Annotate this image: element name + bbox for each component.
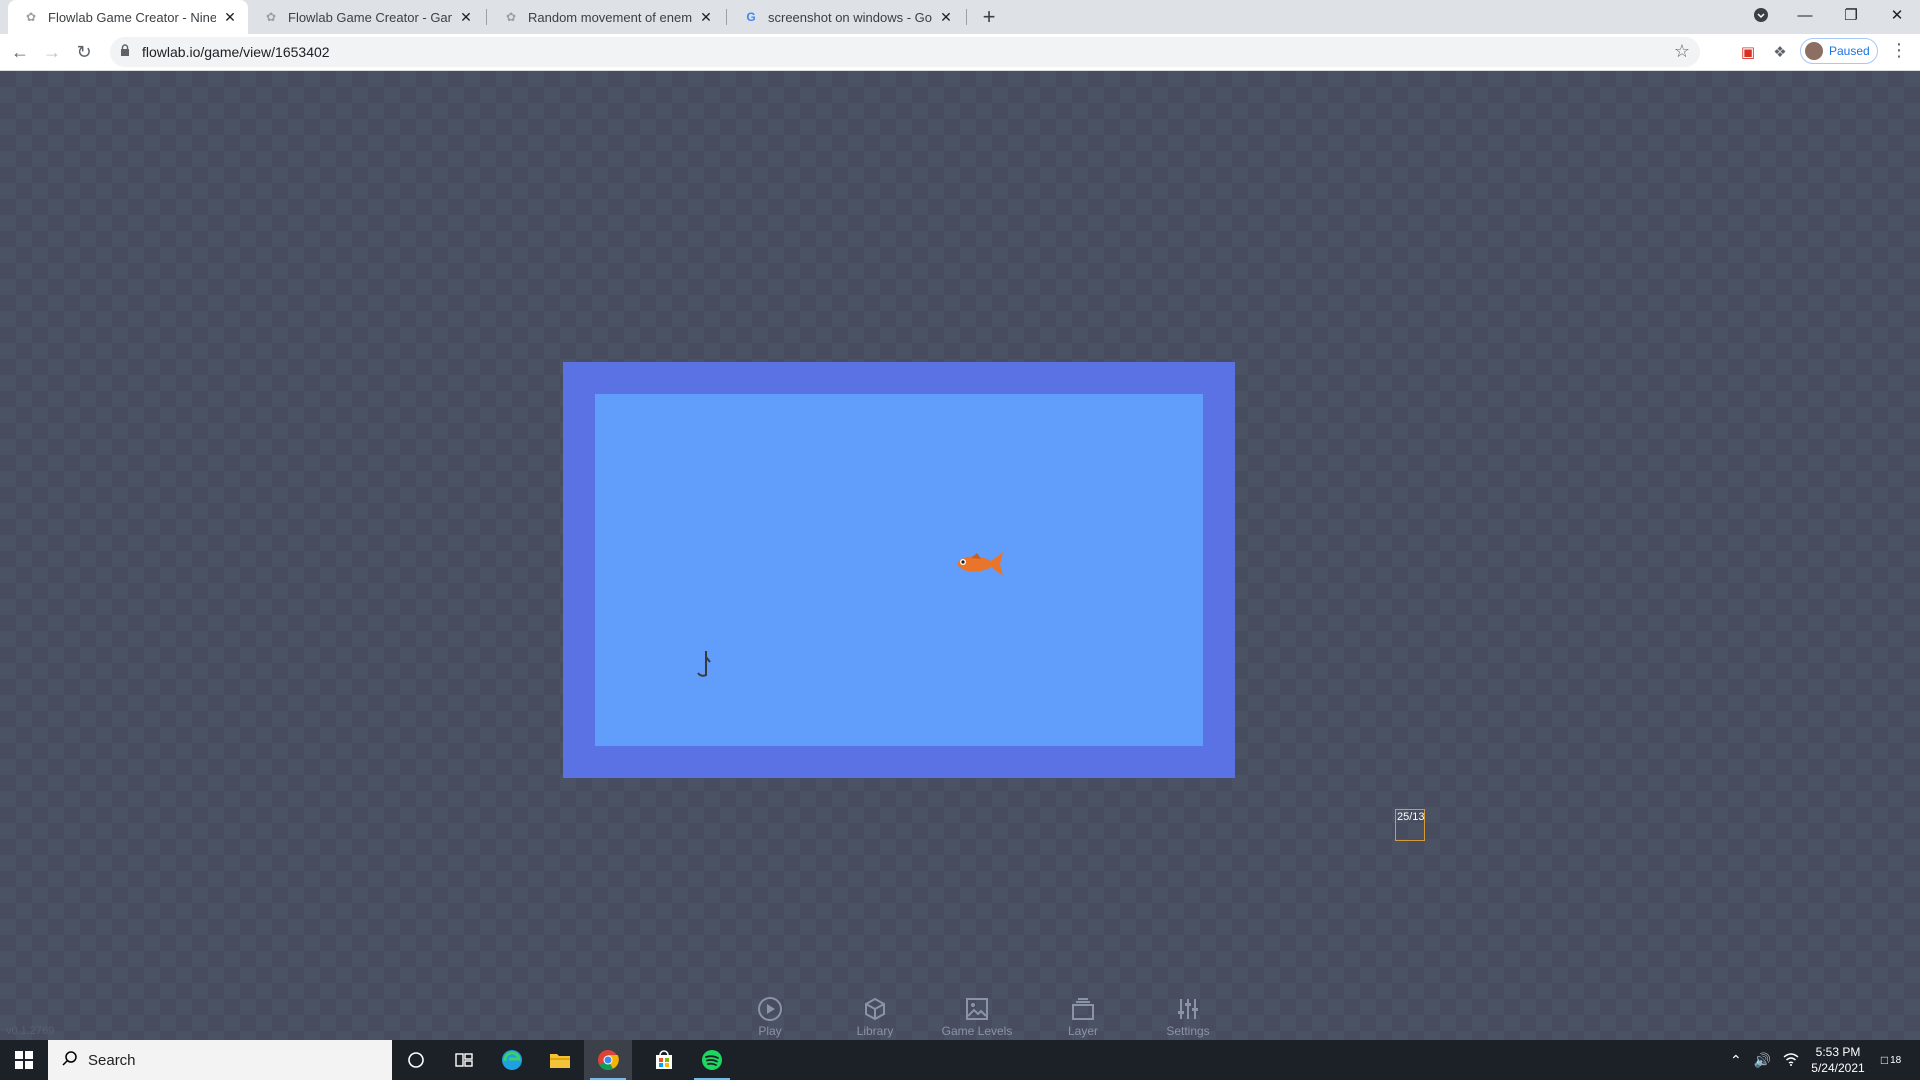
edge-button[interactable] — [488, 1040, 536, 1080]
library-button[interactable]: Library — [830, 994, 920, 1040]
wifi-icon[interactable] — [1783, 1052, 1799, 1069]
new-tab-button[interactable]: + — [977, 4, 1001, 29]
close-icon[interactable]: ✕ — [458, 9, 474, 25]
tab-separator — [966, 9, 967, 25]
version-label: v0.1.2769 — [6, 1025, 55, 1037]
game-editor-nav: Play Library Game Levels Layer Settings — [720, 994, 1210, 1040]
tab-title: Flowlab Game Creator - Game Over — [288, 9, 452, 25]
spotify-icon — [702, 1050, 722, 1070]
nav-label: Settings — [1166, 1024, 1210, 1038]
close-icon[interactable]: ✕ — [698, 9, 714, 25]
tab-game-over[interactable]: ✿ Flowlab Game Creator - Game Over ✕ — [248, 0, 484, 34]
play-icon — [758, 997, 782, 1021]
system-tray: ⌃ 🔊 — [1730, 1040, 1799, 1080]
taskbar: Search ⌃ 🔊 5:53 PM 5/24/2021 □ 18 — [0, 1040, 1920, 1080]
start-button[interactable] — [0, 1040, 48, 1080]
restore-button[interactable]: ❐ — [1828, 0, 1874, 30]
nav-label: Layer — [1067, 1024, 1099, 1038]
google-icon: G — [746, 10, 756, 24]
avatar — [1805, 42, 1823, 60]
browser-toolbar: ← → ↻ flowlab.io/game/view/1653402 ☆ ▣ ❖… — [0, 34, 1920, 71]
bookmark-star-icon[interactable]: ☆ — [1674, 41, 1690, 62]
play-button[interactable]: Play — [725, 994, 815, 1040]
close-icon[interactable]: ✕ — [938, 9, 954, 25]
tab-title: Flowlab Game Creator - Nine Lives — [48, 9, 216, 25]
chrome-icon — [598, 1050, 619, 1071]
cortana-button[interactable] — [392, 1040, 440, 1080]
game-levels-button[interactable]: Game Levels — [932, 994, 1022, 1040]
search-icon — [62, 1050, 78, 1071]
minimize-button[interactable]: — — [1782, 0, 1828, 30]
tab-google-search[interactable]: G screenshot on windows - Google Search … — [728, 0, 964, 34]
fishing-hook-sprite[interactable] — [695, 649, 719, 683]
lock-icon — [120, 44, 130, 59]
notification-icon: □ — [1880, 1053, 1889, 1067]
tab-random-movement[interactable]: ✿ Random movement of enemy sprites ✕ — [488, 0, 724, 34]
volume-icon[interactable]: 🔊 — [1754, 1052, 1771, 1069]
layer-button[interactable]: Layer — [1038, 994, 1128, 1040]
water-area[interactable] — [595, 394, 1203, 746]
action-center-button[interactable]: □ 18 — [1876, 1048, 1906, 1072]
fish-sprite[interactable] — [951, 548, 1007, 580]
back-button[interactable]: ← — [6, 38, 34, 66]
profile-button[interactable]: Paused — [1800, 38, 1878, 64]
grid-coordinate-label: 25/13 — [1395, 809, 1425, 841]
extension-icon[interactable]: ▣ — [1736, 40, 1760, 64]
profile-status: Paused — [1829, 44, 1870, 58]
game-workspace[interactable]: 25/13 — [0, 71, 1920, 1040]
url-text: flowlab.io/game/view/1653402 — [142, 44, 330, 60]
store-icon — [656, 1050, 672, 1069]
notification-count: 18 — [1890, 1054, 1902, 1066]
close-window-button[interactable]: ✕ — [1874, 0, 1920, 30]
flowlab-icon: ✿ — [265, 10, 277, 24]
close-icon[interactable]: ✕ — [222, 9, 238, 25]
spotify-button[interactable] — [688, 1040, 736, 1080]
search-placeholder: Search — [88, 1051, 136, 1069]
task-view-button[interactable] — [440, 1040, 488, 1080]
store-button[interactable] — [640, 1040, 688, 1080]
cube-icon — [865, 997, 885, 1021]
settings-button[interactable]: Settings — [1143, 994, 1233, 1040]
cortana-icon — [408, 1052, 424, 1068]
tab-separator — [726, 9, 727, 25]
address-bar[interactable]: flowlab.io/game/view/1653402 ☆ — [110, 37, 1700, 67]
chevron-up-icon[interactable]: ⌃ — [1730, 1052, 1742, 1069]
kebab-menu-icon[interactable]: ⋮ — [1890, 40, 1908, 61]
layers-icon — [1072, 998, 1094, 1020]
image-icon — [966, 998, 988, 1020]
folder-icon — [550, 1054, 570, 1068]
file-explorer-button[interactable] — [536, 1040, 584, 1080]
forward-button[interactable]: → — [38, 38, 66, 66]
tab-title: screenshot on windows - Google Search — [768, 9, 932, 25]
edge-icon — [502, 1050, 522, 1070]
flowlab-icon: ✿ — [25, 10, 37, 24]
puzzle-icon[interactable]: ❖ — [1768, 40, 1792, 64]
chrome-button[interactable] — [584, 1040, 632, 1080]
nav-label: Library — [856, 1024, 894, 1038]
clock-time: 5:53 PM — [1815, 1045, 1861, 1059]
level-frame — [563, 362, 1235, 778]
task-view-icon — [455, 1053, 473, 1067]
system-clock[interactable]: 5:53 PM 5/24/2021 — [1800, 1044, 1876, 1076]
windows-icon — [15, 1051, 33, 1069]
nav-label: Game Levels — [941, 1024, 1013, 1038]
tab-strip: ✿ Flowlab Game Creator - Nine Lives ✕ ✿ … — [0, 0, 1920, 34]
reload-button[interactable]: ↻ — [70, 38, 98, 66]
tab-nine-lives[interactable]: ✿ Flowlab Game Creator - Nine Lives ✕ — [8, 0, 248, 34]
nav-label: Play — [758, 1024, 782, 1038]
flowlab-icon: ✿ — [505, 10, 517, 24]
tab-search-button[interactable] — [1738, 0, 1784, 30]
sliders-icon — [1178, 999, 1198, 1019]
clock-date: 5/24/2021 — [1811, 1061, 1865, 1075]
tab-title: Random movement of enemy sprites — [528, 9, 692, 25]
tab-separator — [486, 9, 487, 25]
chevron-down-icon — [1754, 8, 1768, 22]
taskbar-search[interactable]: Search — [48, 1040, 392, 1080]
